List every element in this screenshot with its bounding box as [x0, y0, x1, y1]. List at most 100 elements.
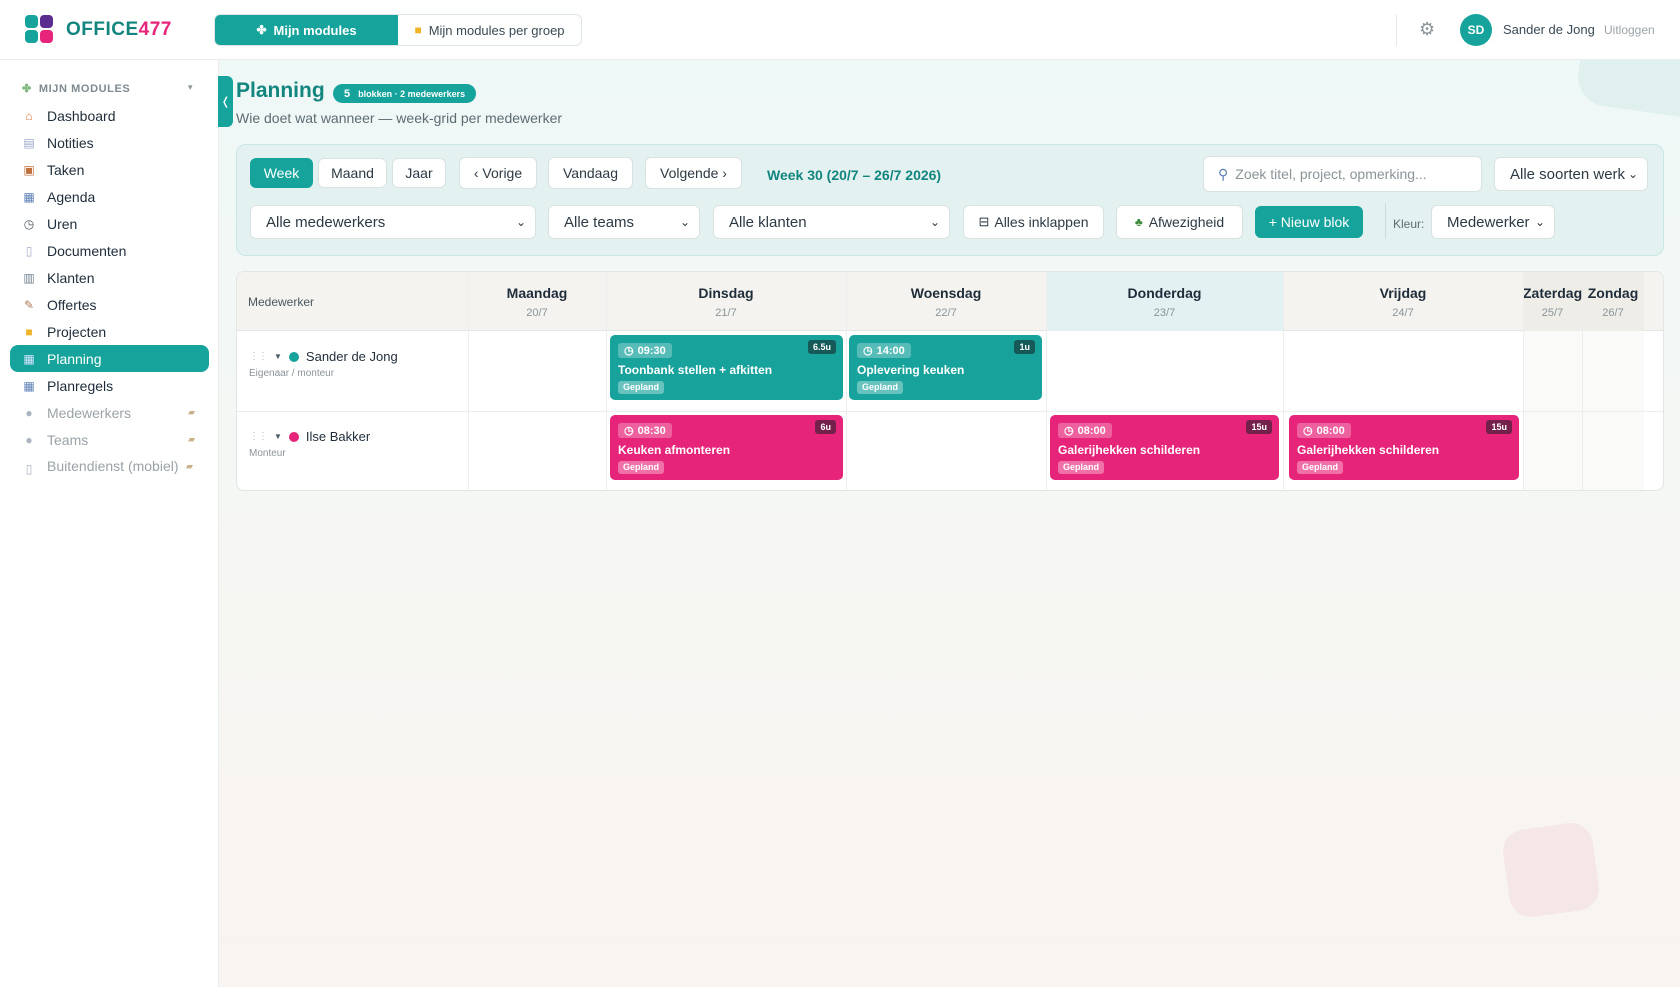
today-button[interactable]: Vandaag	[548, 157, 633, 189]
sidebar-item-projecten[interactable]: ■ Projecten	[10, 318, 209, 345]
planning-block[interactable]: ◷ 08:00 15u Galerijhekken schilderen Gepl…	[1050, 415, 1279, 480]
sidebar-item-klanten[interactable]: ▥ Klanten	[10, 264, 209, 291]
user-name: Sander de Jong	[1503, 22, 1595, 37]
divider	[1396, 14, 1397, 46]
week-grid: Medewerker Maandag 20/7 Dinsdag 21/7 Woe…	[236, 271, 1664, 491]
top-nav: ✤ Mijn modules ■ Mijn modules per groep	[214, 14, 582, 46]
duration-badge: 15u	[1246, 420, 1272, 434]
duration-badge: 1u	[1014, 340, 1035, 354]
employee-row-header[interactable]: ⋮⋮ ▼ Sander de Jong	[249, 349, 398, 364]
clock-icon: ◷	[624, 425, 634, 437]
absence-button[interactable]: ♣ Afwezigheid	[1116, 205, 1243, 239]
view-week-button[interactable]: Week	[250, 158, 313, 188]
clock-icon: ◷	[624, 345, 634, 357]
sidebar-item-buitendienst[interactable]: ▯ Buitendienst (mobiel)	[10, 453, 180, 497]
sidebar-header[interactable]: ✤ MIJN MODULES	[22, 82, 130, 96]
chevron-down-icon: ⌄	[929, 215, 940, 229]
employee-role: Monteur	[249, 448, 286, 459]
clock-icon: ◷	[1064, 425, 1074, 437]
lock-icon: ▰	[186, 461, 193, 471]
planning-block[interactable]: ◷ 08:30 6u Keuken afmonteren Gepland	[610, 415, 843, 480]
collapse-icon: ⊟	[978, 214, 990, 229]
day-header-zaterdag: Zaterdag 25/7	[1523, 272, 1582, 331]
view-maand-button[interactable]: Maand	[318, 158, 387, 188]
puzzle-icon: ✤	[256, 23, 267, 37]
building-icon: ▥	[23, 270, 35, 285]
sidebar-item-teams[interactable]: ● Teams ▰	[10, 426, 209, 453]
sidebar-item-uren[interactable]: ◷ Uren	[10, 210, 209, 237]
brand-name[interactable]: OFFICE477	[66, 19, 172, 41]
office-logo-icon[interactable]	[25, 15, 55, 45]
clients-select[interactable]: Alle klanten ⌄	[713, 205, 950, 239]
calendar-icon: ▦	[23, 189, 35, 204]
clipboard-icon: ▣	[23, 162, 35, 177]
drag-handle-icon[interactable]: ⋮⋮	[249, 351, 268, 362]
employee-row-header[interactable]: ⋮⋮ ▼ Ilse Bakker	[249, 429, 370, 444]
teams-select[interactable]: Alle teams ⌄	[548, 205, 700, 239]
planning-block[interactable]: ◷ 08:00 15u Galerijhekken schilderen Gepl…	[1289, 415, 1519, 480]
sidebar-item-offertes[interactable]: ✎ Offertes	[10, 291, 209, 318]
grid-line	[1582, 272, 1583, 490]
sidebar-item-notities[interactable]: ▤ Notities	[10, 129, 209, 156]
user-icon: ●	[25, 405, 33, 420]
day-header-vrijdag: Vrijdag 24/7	[1379, 285, 1427, 319]
sidebar-item-taken[interactable]: ▣ Taken	[10, 156, 209, 183]
logout-link[interactable]: Uitloggen	[1604, 23, 1655, 37]
sidebar-item-planregels[interactable]: ▦ Planregels	[10, 372, 209, 399]
chevron-down-icon: ⌄	[1627, 167, 1638, 181]
background-decoration	[1574, 60, 1680, 128]
count-badge: 5 blokken · 2 medewerkers	[333, 84, 477, 103]
color-select[interactable]: Medewerker ⌄	[1431, 205, 1555, 239]
grid-line	[1283, 272, 1284, 490]
search-input[interactable]: ⚲ Zoek titel, project, opmerking...	[1203, 156, 1482, 192]
page-title: Planning	[236, 79, 325, 102]
sidebar-item-medewerkers[interactable]: ● Medewerkers ▰	[10, 399, 209, 426]
chevron-down-icon[interactable]: ▼	[274, 352, 282, 361]
calendar-icon: ▦	[23, 351, 35, 366]
duration-badge: 6u	[815, 420, 836, 434]
gear-icon[interactable]: ⚙	[1419, 19, 1435, 40]
grid-line	[1523, 272, 1524, 490]
sidebar-item-planning[interactable]: ▦ Planning	[10, 345, 209, 372]
status-badge: Gepland	[1058, 461, 1105, 474]
tab-mijn-modules[interactable]: ✤ Mijn modules	[215, 15, 398, 45]
sidebar-item-documenten[interactable]: ▯ Documenten	[10, 237, 209, 264]
palm-tree-icon: ♣	[1134, 215, 1143, 229]
phone-icon: ▯	[25, 462, 33, 476]
collapse-all-button[interactable]: ⊟ Alles inklappen	[963, 205, 1104, 239]
employee-color-dot	[288, 351, 299, 362]
collapse-sidebar-button[interactable]: ❬	[218, 76, 233, 127]
planning-block[interactable]: ◷ 14:00 1u Oplevering keuken Gepland	[849, 335, 1042, 400]
status-badge: Gepland	[857, 381, 904, 394]
grid-line	[1046, 272, 1047, 490]
planning-block[interactable]: ◷ 09:30 6.5u Toonbank stellen + afkitten …	[610, 335, 843, 400]
house-icon: ⌂	[25, 108, 33, 123]
sidebar-item-dashboard[interactable]: ⌂ Dashboard	[10, 102, 209, 129]
chevron-down-icon[interactable]: ▾	[188, 82, 193, 93]
clock-icon: ◷	[863, 345, 873, 357]
background-decoration	[1500, 820, 1602, 920]
pen-paper-icon: ✎	[23, 297, 35, 312]
week-label: Week 30 (20/7 – 26/7 2026)	[767, 167, 942, 183]
day-header-woensdag: Woensdag 22/7	[910, 285, 982, 319]
view-jaar-button[interactable]: Jaar	[392, 158, 446, 188]
work-type-select[interactable]: Alle soorten werk ⌄	[1494, 157, 1648, 191]
note-icon: ▤	[23, 135, 35, 150]
new-block-button[interactable]: + Nieuw blok	[1255, 206, 1363, 238]
avatar[interactable]: SD	[1460, 14, 1492, 46]
day-header-zondag: Zondag 26/7	[1582, 272, 1644, 331]
chevron-down-icon: ⌄	[515, 215, 526, 229]
grid-line	[606, 272, 607, 490]
block-title: Keuken afmonteren	[618, 443, 731, 457]
status-badge: Gepland	[618, 461, 665, 474]
next-button[interactable]: Volgende ›	[645, 157, 742, 189]
document-icon: ▯	[25, 243, 33, 258]
prev-button[interactable]: ‹ Vorige	[459, 157, 537, 189]
grid-line	[468, 272, 469, 490]
sidebar-item-agenda[interactable]: ▦ Agenda	[10, 183, 209, 210]
drag-handle-icon[interactable]: ⋮⋮	[249, 431, 268, 442]
employees-select[interactable]: Alle medewerkers ⌄	[250, 205, 536, 239]
tab-mijn-modules-per-groep[interactable]: ■ Mijn modules per groep	[398, 15, 581, 45]
chevron-down-icon: ⌄	[679, 215, 690, 229]
chevron-down-icon[interactable]: ▼	[274, 432, 282, 441]
